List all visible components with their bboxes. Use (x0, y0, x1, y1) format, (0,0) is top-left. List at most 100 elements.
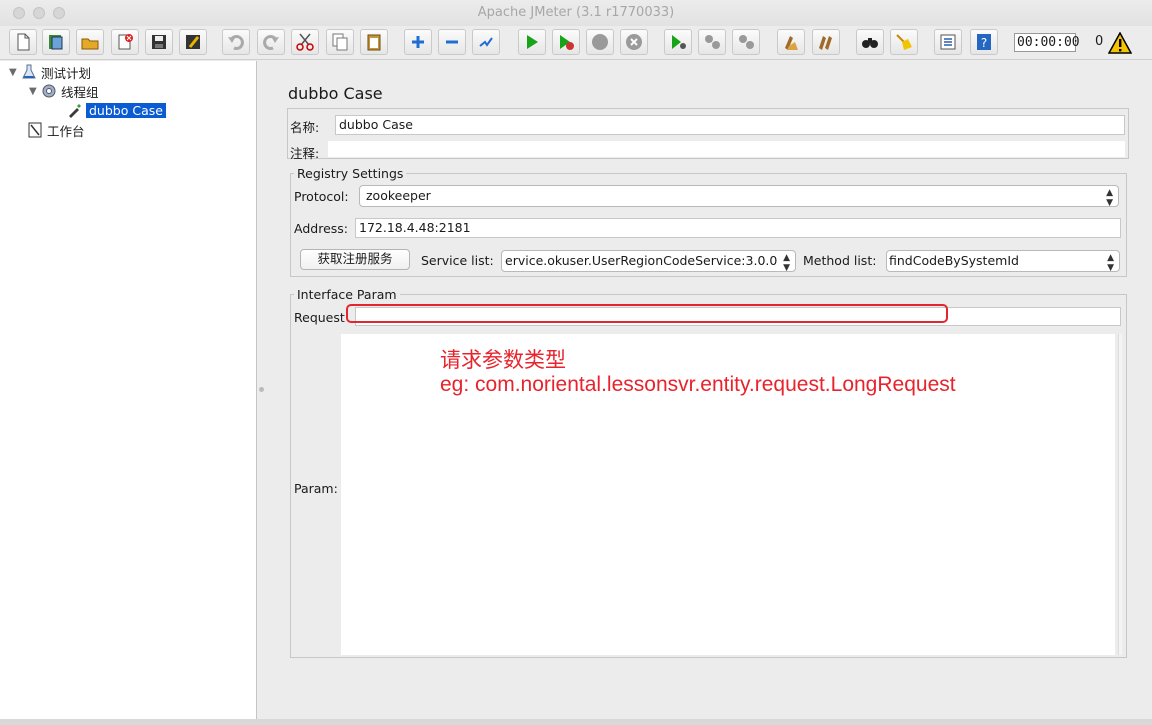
cut-button[interactable] (291, 29, 319, 55)
protocol-select[interactable]: zookeeper ▲ ▼ (359, 185, 1119, 207)
undo-button[interactable] (222, 29, 250, 55)
tree-label-thread-group: 线程组 (61, 84, 99, 100)
search-icon (862, 38, 878, 48)
stop-button[interactable] (586, 29, 614, 55)
pipette-icon (69, 104, 81, 118)
service-list-value: ervice.okuser.UserRegionCodeService:3.0.… (505, 253, 778, 268)
elapsed-timer: 00:00:00 (1014, 33, 1080, 52)
param-scrollbar[interactable] (1118, 334, 1122, 655)
expanded-triangle-icon[interactable]: ▼ (29, 86, 41, 97)
copy-icon (332, 33, 348, 51)
toggle-button[interactable] (472, 29, 500, 55)
collapse-all-button[interactable] (438, 29, 466, 55)
reset-search-icon (896, 34, 912, 50)
tree-node-test-plan[interactable]: ▼ 测试计划 (9, 63, 91, 81)
collapse-icon (446, 40, 458, 44)
undo-icon (228, 35, 244, 50)
remote-shutdown-button[interactable] (732, 29, 760, 55)
name-field[interactable]: dubbo Case (335, 115, 1125, 135)
search-button[interactable] (856, 29, 884, 55)
close-button[interactable] (111, 29, 139, 55)
templates-button[interactable] (42, 29, 70, 55)
request-highlight-box (346, 304, 948, 323)
paste-icon (367, 34, 381, 51)
page-title: dubbo Case (288, 84, 383, 103)
clear-all-icon (819, 36, 832, 50)
divider-grip[interactable] (259, 387, 264, 392)
error-count: 0 (1095, 34, 1104, 49)
remote-stop-button[interactable] (698, 29, 726, 55)
fetch-registry-services-button[interactable]: 获取注册服务 (300, 249, 410, 270)
service-list-select[interactable]: ervice.okuser.UserRegionCodeService:3.0.… (501, 250, 796, 272)
method-list-label: Method list: (803, 253, 877, 268)
toggle-icon (479, 37, 493, 47)
select-arrows-icon: ▲ ▼ (1107, 253, 1114, 272)
start-no-pauses-button[interactable] (552, 29, 580, 55)
tree-node-dubbo-case[interactable]: dubbo Case (67, 101, 166, 119)
window-bottom-edge (0, 719, 1152, 725)
clear-all-button[interactable] (812, 29, 840, 55)
tree-label-test-plan: 测试计划 (41, 65, 92, 81)
open-button[interactable] (76, 29, 104, 55)
save-as-icon (186, 35, 200, 49)
tree-label-dubbo-case: dubbo Case (86, 102, 166, 118)
method-list-value: findCodeBySystemId (889, 253, 1019, 268)
start-button[interactable] (518, 29, 546, 55)
paste-button[interactable] (360, 29, 388, 55)
request-label: Request (294, 310, 345, 325)
method-list-select[interactable]: findCodeBySystemId ▲ ▼ (886, 250, 1120, 272)
warning-icon[interactable] (1108, 32, 1132, 54)
test-plan-tree: ▼ 测试计划 ▼ 线程组 dubbo Case 工作台 (0, 61, 257, 719)
function-helper-icon (940, 34, 956, 50)
clear-icon (785, 36, 798, 50)
window-title: Apache JMeter (3.1 r1770033) (477, 5, 675, 20)
redo-button[interactable] (257, 29, 285, 55)
tree-label-workbench: 工作台 (47, 123, 85, 139)
registry-settings-legend: Registry Settings (294, 166, 407, 181)
protocol-value: zookeeper (366, 188, 431, 203)
stop-icon (592, 34, 608, 50)
remote-shutdown-icon (739, 35, 754, 49)
address-label: Address: (294, 221, 348, 236)
copy-button[interactable] (326, 29, 354, 55)
save-button[interactable] (145, 29, 173, 55)
comment-label: 注释: (290, 146, 320, 161)
shutdown-button[interactable] (620, 29, 648, 55)
service-list-label: Service list: (421, 253, 494, 268)
start-no-pause-icon (560, 35, 574, 50)
flask-icon (22, 64, 36, 79)
select-arrows-icon: ▲ ▼ (783, 253, 790, 272)
interface-param-legend: Interface Param (294, 287, 400, 302)
comment-field[interactable] (328, 141, 1125, 157)
new-icon (17, 33, 30, 51)
address-field[interactable]: 172.18.4.48:2181 (355, 218, 1121, 238)
remote-stop-icon (705, 35, 720, 49)
remote-start-button[interactable] (664, 29, 692, 55)
start-icon (527, 35, 538, 49)
workbench-icon (28, 122, 42, 138)
open-icon (81, 38, 99, 50)
new-button[interactable] (9, 29, 37, 55)
help-button[interactable]: ? (970, 29, 998, 55)
title-bar: Apache JMeter (3.1 r1770033) (0, 0, 1152, 26)
function-helper-button[interactable] (934, 29, 962, 55)
gear-icon (42, 84, 56, 98)
expand-all-button[interactable] (404, 29, 432, 55)
param-label: Param: (294, 481, 338, 496)
annotation-example: eg: com.noriental.lessonsvr.entity.reque… (440, 373, 956, 396)
select-arrows-icon: ▲ ▼ (1106, 188, 1113, 207)
tree-node-workbench[interactable]: 工作台 (27, 121, 85, 139)
save-as-button[interactable] (179, 29, 207, 55)
reset-search-button[interactable] (890, 29, 918, 55)
templates-icon (49, 35, 63, 50)
svg-text:?: ? (981, 36, 987, 50)
expanded-triangle-icon[interactable]: ▼ (9, 67, 21, 78)
close-icon (118, 34, 133, 50)
help-icon: ? (977, 34, 991, 50)
tree-node-thread-group[interactable]: ▼ 线程组 (29, 82, 99, 100)
clear-button[interactable] (777, 29, 805, 55)
redo-icon (263, 35, 279, 50)
cut-icon (296, 33, 314, 51)
save-icon (152, 35, 166, 49)
toolbar: ? 00:00:00 0 (0, 26, 1152, 60)
